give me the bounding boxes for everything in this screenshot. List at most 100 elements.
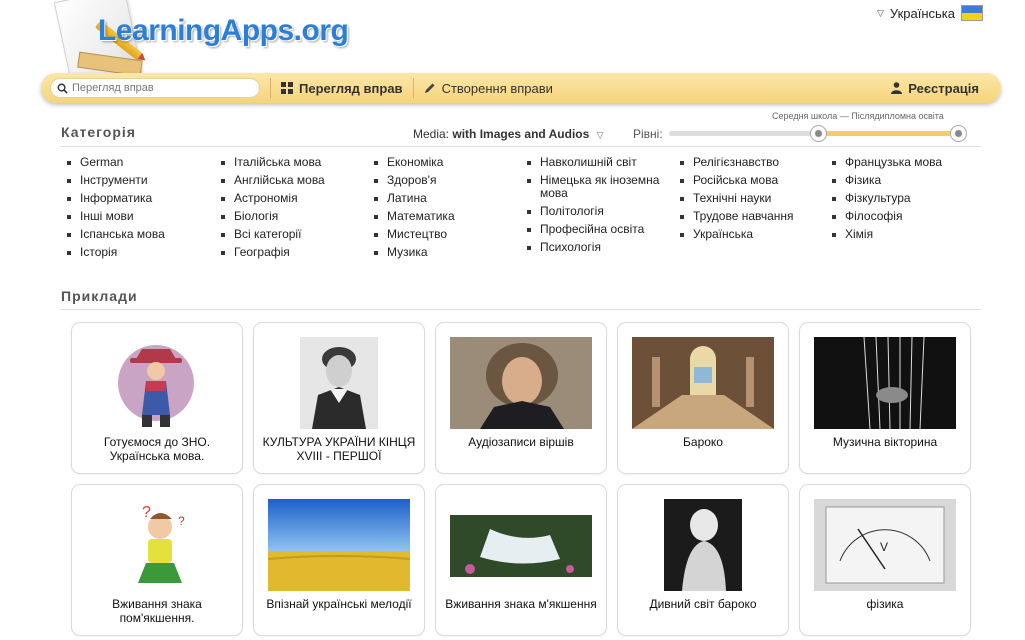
example-card-title: КУЛЬТУРА УКРАЇНИ КІНЦЯ XVIII - ПЕРШОЇ — [262, 435, 416, 463]
category-link[interactable]: Біологія — [220, 210, 370, 223]
dropdown-triangle-icon: ▽ — [596, 130, 604, 140]
category-link[interactable]: Всі категорії — [220, 228, 370, 241]
search-input[interactable] — [72, 82, 252, 94]
category-link[interactable]: Інструменти — [66, 174, 216, 187]
nav-divider — [270, 78, 271, 98]
user-icon — [891, 82, 903, 94]
category-link[interactable]: Навколишній світ — [526, 156, 676, 169]
logo-text: LearningApps.org — [98, 14, 349, 47]
examples-heading: Приклади — [61, 288, 138, 304]
nav-create-exercise[interactable]: Створення вправи — [424, 81, 553, 96]
category-link[interactable]: German — [66, 156, 216, 169]
category-link[interactable]: Психологія — [526, 241, 676, 254]
levels-slider[interactable] — [669, 125, 967, 142]
category-link[interactable]: Трудове навчання — [679, 210, 829, 223]
category-link[interactable]: Мистецтво — [373, 228, 523, 241]
media-filter-label: Media: — [413, 127, 450, 141]
nav-register-label: Реєстрація — [908, 80, 979, 96]
example-card[interactable]: ? ? Вживання знака пом'якшення. — [71, 484, 243, 636]
nav-browse-exercises[interactable]: Перегляд вправ — [281, 81, 403, 96]
example-card[interactable]: V фізика — [799, 484, 971, 636]
example-card[interactable]: Готуємося до ЗНО. Українська мова. — [71, 322, 243, 474]
main-nav-bar: Перегляд вправ Створення вправи Реєстрац… — [41, 73, 1001, 103]
example-card-title: Аудіозаписи віршів — [468, 435, 574, 449]
category-link[interactable]: Фізика — [831, 174, 981, 187]
levels-label: Рівні: — [633, 127, 663, 141]
example-card-title: Вживання знака пом'якшення. — [112, 597, 202, 625]
category-link[interactable]: Англійська мова — [220, 174, 370, 187]
category-link[interactable]: Математика — [373, 210, 523, 223]
example-card-title: Дивний світ бароко — [649, 597, 757, 611]
example-card[interactable]: Музична вікторина — [799, 322, 971, 474]
svg-text:?: ? — [178, 514, 185, 528]
category-link[interactable]: Інформатика — [66, 192, 216, 205]
category-divider — [61, 146, 981, 147]
levels-slider-end-handle[interactable] — [950, 125, 967, 142]
dropdown-triangle-icon: ▽ — [876, 7, 884, 18]
category-link[interactable]: Економіка — [373, 156, 523, 169]
nav-create-label: Створення вправи — [441, 80, 553, 96]
wheat-field-image — [268, 499, 410, 591]
levels-slider-fill — [818, 131, 958, 136]
portrait-engraving-image — [268, 337, 410, 429]
example-card-title: Готуємося до ЗНО. Українська мова. — [103, 435, 211, 463]
thinking-boy-image: ? ? — [86, 499, 228, 591]
harp-image — [814, 337, 956, 429]
nav-divider — [412, 78, 414, 98]
ukraine-flag-icon — [961, 5, 983, 21]
category-link[interactable]: Астрономія — [220, 192, 370, 205]
example-card[interactable]: Бароко — [617, 322, 789, 474]
category-column: Навколишній світ Німецька як іноземна мо… — [526, 156, 676, 259]
example-card-title: фізика — [866, 597, 904, 611]
levels-slider-start-handle[interactable] — [810, 125, 827, 142]
category-link[interactable]: Здоров'я — [373, 174, 523, 187]
category-column: Італійська мова Англійська мова Астроном… — [220, 156, 370, 264]
category-link[interactable]: Латина — [373, 192, 523, 205]
category-link[interactable]: Історія — [66, 246, 216, 259]
category-column: German Інструменти Інформатика Інші мови… — [66, 156, 216, 264]
category-link[interactable]: Італійська мова — [220, 156, 370, 169]
category-link[interactable]: Філософія — [831, 210, 981, 223]
category-link[interactable]: Іспанська мова — [66, 228, 216, 241]
example-card[interactable]: Впізнай українські мелодії — [253, 484, 425, 636]
category-column: Французька мова Фізика Фізкультура Філос… — [831, 156, 981, 246]
category-link[interactable]: Інші мови — [66, 210, 216, 223]
example-card-title: Вживання знака м'якшення — [445, 597, 597, 611]
example-card[interactable]: КУЛЬТУРА УКРАЇНИ КІНЦЯ XVIII - ПЕРШОЇ — [253, 322, 425, 474]
category-link[interactable]: Хімія — [831, 228, 981, 241]
category-link[interactable]: Технічні науки — [679, 192, 829, 205]
example-card-title: Музична вікторина — [832, 435, 938, 449]
category-link[interactable]: Географія — [220, 246, 370, 259]
woman-portrait-image — [450, 337, 592, 429]
category-link[interactable]: Російська мова — [679, 174, 829, 187]
nav-browse-label: Перегляд вправ — [299, 80, 403, 96]
nav-register[interactable]: Реєстрація — [891, 81, 979, 96]
example-card[interactable]: Аудіозаписи віршів — [435, 322, 607, 474]
language-selector[interactable]: ▽ Українська — [877, 5, 983, 21]
media-filter[interactable]: Media: with Images and Audios ▽ — [413, 127, 604, 141]
statue-image — [632, 499, 774, 591]
example-card[interactable]: Вживання знака м'якшення — [435, 484, 607, 636]
example-card[interactable]: Дивний світ бароко — [617, 484, 789, 636]
category-link[interactable]: Французька мова — [831, 156, 981, 169]
svg-text:?: ? — [142, 504, 151, 521]
category-link[interactable]: Фізкультура — [831, 192, 981, 205]
levels-range-text: Середня школа — Післядипломна освіта — [772, 111, 944, 121]
example-card-title: Бароко — [683, 435, 723, 449]
category-link[interactable]: Політологія — [526, 205, 676, 218]
language-label: Українська — [889, 5, 955, 21]
baroque-hall-image — [632, 337, 774, 429]
category-link[interactable]: Німецька як іноземна мова — [526, 174, 676, 200]
cartoon-girl-image — [86, 337, 228, 429]
example-card-title: Впізнай українські мелодії — [266, 597, 412, 611]
category-heading: Категорія — [61, 124, 136, 140]
category-link[interactable]: Музика — [373, 246, 523, 259]
category-link[interactable]: Релігієзнавство — [679, 156, 829, 169]
search-icon — [57, 83, 68, 94]
grid-icon — [281, 82, 293, 94]
search-box[interactable] — [50, 78, 260, 98]
examples-divider — [61, 309, 981, 310]
category-link[interactable]: Професійна освіта — [526, 223, 676, 236]
voltmeter-image: V — [814, 499, 956, 591]
category-link[interactable]: Українська — [679, 228, 829, 241]
